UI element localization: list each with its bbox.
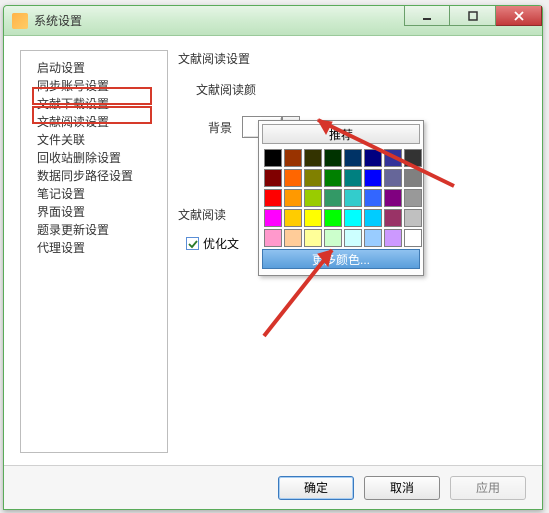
color-swatch[interactable] [344, 229, 362, 247]
color-swatch[interactable] [264, 169, 282, 187]
color-swatch[interactable] [264, 209, 282, 227]
check-icon [188, 239, 198, 249]
color-swatch[interactable] [264, 189, 282, 207]
color-swatch[interactable] [324, 149, 342, 167]
color-swatch[interactable] [384, 209, 402, 227]
color-swatch[interactable] [364, 209, 382, 227]
color-swatch[interactable] [324, 209, 342, 227]
apply-label: 应用 [476, 479, 500, 496]
bg-label: 背景 [208, 119, 232, 136]
color-swatch[interactable] [324, 189, 342, 207]
color-swatch[interactable] [304, 209, 322, 227]
color-swatch[interactable] [284, 209, 302, 227]
nav-item-recycle[interactable]: 回收站删除设置 [27, 149, 161, 167]
picker-more-label: 更多颜色... [312, 251, 370, 268]
section1-title: 文献阅读设置 [178, 50, 526, 67]
optimize-checkbox[interactable] [186, 237, 199, 250]
color-swatch[interactable] [324, 229, 342, 247]
color-swatch[interactable] [324, 169, 342, 187]
color-swatch[interactable] [304, 169, 322, 187]
nav-item-startup[interactable]: 启动设置 [27, 59, 161, 77]
color-swatch[interactable] [344, 209, 362, 227]
color-swatch[interactable] [404, 189, 422, 207]
close-icon [513, 10, 525, 22]
cancel-label: 取消 [390, 479, 414, 496]
color-swatch[interactable] [384, 169, 402, 187]
color-swatch[interactable] [404, 149, 422, 167]
color-swatch[interactable] [284, 189, 302, 207]
color-swatch[interactable] [264, 229, 282, 247]
color-swatch[interactable] [344, 169, 362, 187]
section1-sub: 文献阅读颜 [196, 81, 526, 98]
ok-label: 确定 [304, 479, 328, 496]
color-swatch[interactable] [304, 149, 322, 167]
window-title: 系统设置 [34, 12, 82, 29]
color-swatch[interactable] [384, 229, 402, 247]
titlebar: 系统设置 [4, 6, 542, 36]
color-swatch[interactable] [384, 149, 402, 167]
nav-item-datapath[interactable]: 数据同步路径设置 [27, 167, 161, 185]
color-swatch[interactable] [404, 169, 422, 187]
maximize-button[interactable] [450, 6, 496, 26]
color-swatch[interactable] [344, 189, 362, 207]
apply-button[interactable]: 应用 [450, 476, 526, 500]
picker-recommend-button[interactable]: 推荐 [262, 124, 420, 144]
settings-window: 系统设置 启动设置 同步账号设置 文献下载设置 文献阅读设置 文件关联 回收站删… [3, 5, 543, 510]
dialog-footer: 确定 取消 应用 [4, 465, 542, 509]
window-buttons [404, 6, 542, 26]
nav-item-record[interactable]: 题录更新设置 [27, 221, 161, 239]
cancel-button[interactable]: 取消 [364, 476, 440, 500]
maximize-icon [467, 10, 479, 22]
nav-item-ui[interactable]: 界面设置 [27, 203, 161, 221]
color-swatch[interactable] [304, 189, 322, 207]
nav-item-sync[interactable]: 同步账号设置 [27, 77, 161, 95]
picker-more-button[interactable]: 更多颜色... [262, 249, 420, 269]
color-swatch[interactable] [344, 149, 362, 167]
color-swatch[interactable] [284, 169, 302, 187]
app-icon [12, 13, 28, 29]
nav-item-assoc[interactable]: 文件关联 [27, 131, 161, 149]
color-swatch[interactable] [284, 149, 302, 167]
color-picker-popup: 推荐 更多颜色... [258, 120, 424, 276]
minimize-icon [421, 10, 433, 22]
color-swatch[interactable] [404, 229, 422, 247]
color-swatch[interactable] [384, 189, 402, 207]
color-swatch[interactable] [364, 229, 382, 247]
color-swatch[interactable] [304, 229, 322, 247]
nav-item-download[interactable]: 文献下载设置 [27, 95, 161, 113]
minimize-button[interactable] [404, 6, 450, 26]
color-swatch[interactable] [364, 149, 382, 167]
color-swatch[interactable] [364, 189, 382, 207]
close-button[interactable] [496, 6, 542, 26]
ok-button[interactable]: 确定 [278, 476, 354, 500]
nav-item-notes[interactable]: 笔记设置 [27, 185, 161, 203]
color-swatch[interactable] [284, 229, 302, 247]
optimize-label: 优化文 [203, 235, 239, 252]
color-swatch[interactable] [364, 169, 382, 187]
nav-panel: 启动设置 同步账号设置 文献下载设置 文献阅读设置 文件关联 回收站删除设置 数… [20, 50, 168, 453]
nav-item-read[interactable]: 文献阅读设置 [27, 113, 161, 131]
nav-item-proxy[interactable]: 代理设置 [27, 239, 161, 257]
picker-recommend-label: 推荐 [329, 126, 353, 143]
color-grid [262, 147, 420, 249]
color-swatch[interactable] [404, 209, 422, 227]
color-swatch[interactable] [264, 149, 282, 167]
